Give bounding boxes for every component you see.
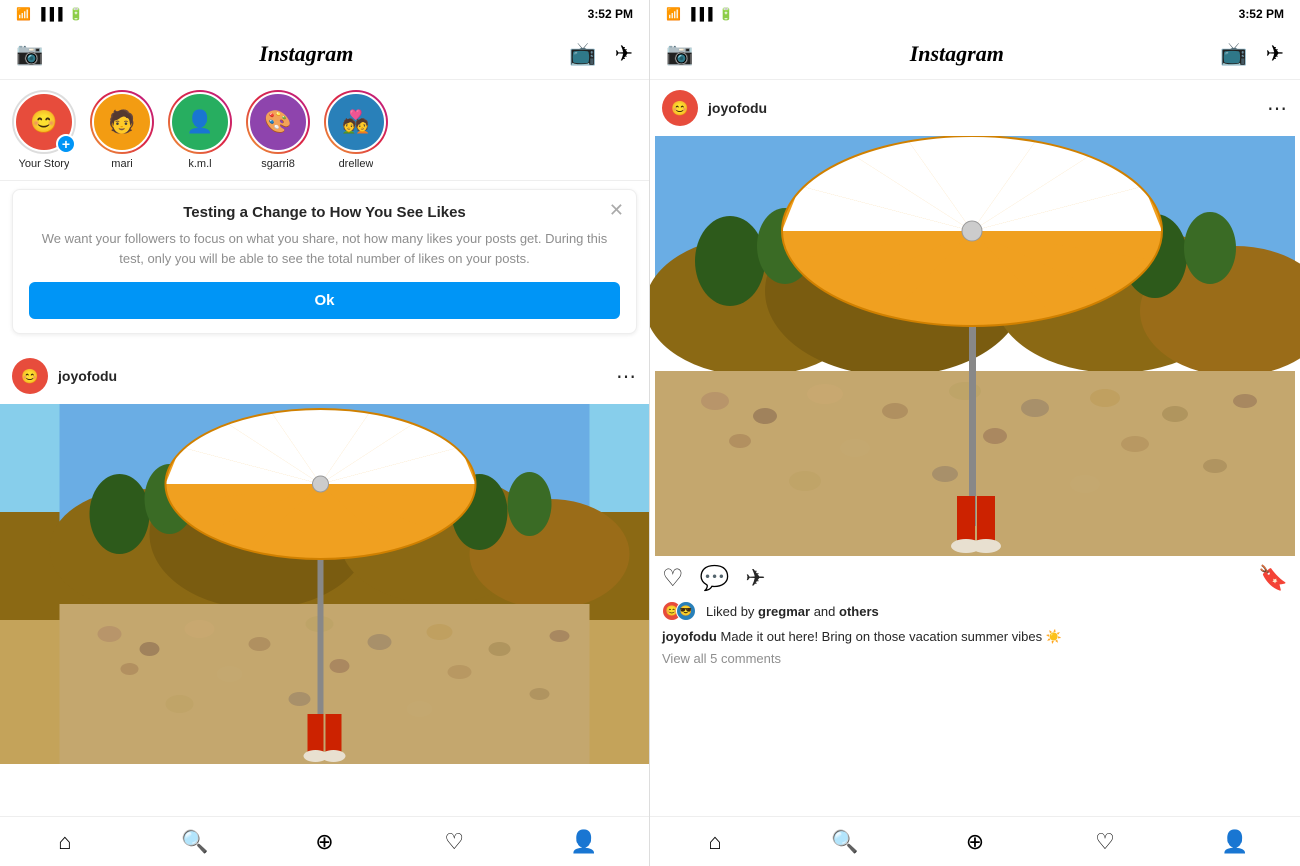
story-item-your-story[interactable]: 😊 + Your Story: [12, 90, 76, 170]
caption-username-right[interactable]: joyofodu: [662, 629, 717, 644]
camera-icon-left[interactable]: 📷: [16, 41, 43, 67]
post-image-svg-right: [650, 136, 1300, 556]
logo-right: Instagram: [910, 41, 1004, 67]
popup-close-button[interactable]: ✕: [609, 200, 624, 221]
post-user-right[interactable]: 😊 joyofodu: [662, 90, 767, 126]
popup-title: Testing a Change to How You See Likes: [29, 204, 620, 221]
post-image-svg-left: [0, 404, 649, 764]
drellew-avatar: 💑: [326, 92, 386, 152]
post-left: 😊 joyofodu ⋯: [0, 348, 649, 764]
igtv-icon-left[interactable]: 📺: [569, 41, 596, 67]
story-add-button[interactable]: +: [56, 134, 76, 154]
liked-by-user[interactable]: gregmar: [758, 604, 810, 619]
send-icon-left[interactable]: ✈: [615, 41, 633, 67]
signal-icon-right: ▐▐▐: [687, 7, 713, 21]
add-icon-left[interactable]: ⊕: [304, 822, 344, 862]
sgarri8-ring: 🎨: [246, 90, 310, 154]
story-item-sgarri8[interactable]: 🎨 sgarri8: [246, 90, 310, 170]
battery-icon-left: 🔋: [68, 7, 83, 21]
post-username-right: joyofodu: [708, 100, 767, 116]
status-bar-right: 📶 ▐▐▐ 🔋 3:52 PM: [650, 0, 1300, 28]
kml-avatar: 👤: [170, 92, 230, 152]
liked-others[interactable]: others: [839, 604, 879, 619]
signal-icon-left: ▐▐▐: [37, 7, 63, 21]
drellew-avatar-wrap: 💑: [324, 90, 388, 154]
post-user-left[interactable]: 😊 joyofodu: [12, 358, 117, 394]
battery-icon-right: 🔋: [718, 7, 733, 21]
bottom-nav-left: ⌂ 🔍 ⊕ ♡ 👤: [0, 816, 649, 866]
nav-icons-right: 📺 ✈: [1220, 41, 1284, 67]
mari-avatar: 🧑: [92, 92, 152, 152]
post-image-right: [650, 136, 1300, 556]
sgarri8-label: sgarri8: [261, 158, 295, 170]
comment-icon-right[interactable]: 💬: [700, 564, 730, 593]
mari-avatar-wrap: 🧑: [90, 90, 154, 154]
home-icon-left[interactable]: ⌂: [45, 822, 85, 862]
home-icon-right[interactable]: ⌂: [695, 822, 735, 862]
igtv-icon-right[interactable]: 📺: [1220, 41, 1247, 67]
notification-popup: ✕ Testing a Change to How You See Likes …: [12, 189, 637, 334]
post-likes-right: 😊 😎 Liked by gregmar and others: [650, 601, 1300, 627]
sgarri8-avatar-wrap: 🎨: [246, 90, 310, 154]
your-story-avatar-wrap: 😊 +: [12, 90, 76, 154]
left-phone: 📶 ▐▐▐ 🔋 3:52 PM 📷 Instagram 📺 ✈ 😊 + Your…: [0, 0, 650, 866]
wifi-icon-left: 📶: [16, 7, 31, 21]
bottom-nav-right: ⌂ 🔍 ⊕ ♡ 👤: [650, 816, 1300, 866]
heart-icon-right[interactable]: ♡: [1085, 822, 1125, 862]
post-more-right[interactable]: ⋯: [1267, 96, 1288, 121]
top-nav-right: 📷 Instagram 📺 ✈: [650, 28, 1300, 80]
drellew-label: drellew: [339, 158, 374, 170]
nav-icons-left: 📺 ✈: [569, 41, 633, 67]
add-icon-right[interactable]: ⊕: [955, 822, 995, 862]
story-item-mari[interactable]: 🧑 mari: [90, 90, 154, 170]
time-left: 3:52 PM: [588, 7, 633, 21]
drellew-ring: 💑: [324, 90, 388, 154]
story-item-drellew[interactable]: 💑 drellew: [324, 90, 388, 170]
like-icon-right[interactable]: ♡: [662, 564, 684, 593]
stories-row-left: 😊 + Your Story 🧑 mari 👤 k.m.l: [0, 80, 649, 181]
view-comments-right[interactable]: View all 5 comments: [650, 651, 1300, 674]
send-icon-right[interactable]: ✈: [1266, 41, 1284, 67]
like-avatar-2: 😎: [676, 601, 696, 621]
search-icon-right[interactable]: 🔍: [825, 822, 865, 862]
kml-label: k.m.l: [188, 158, 211, 170]
right-phone: 📶 ▐▐▐ 🔋 3:52 PM 📷 Instagram 📺 ✈ 😊 joyofo…: [650, 0, 1300, 866]
story-item-kml[interactable]: 👤 k.m.l: [168, 90, 232, 170]
logo-left: Instagram: [259, 41, 353, 67]
kml-avatar-wrap: 👤: [168, 90, 232, 154]
post-more-left[interactable]: ⋯: [616, 364, 637, 389]
wifi-icon-right: 📶: [666, 7, 681, 21]
post-actions-right: ♡ 💬 ✈ 🔖: [650, 556, 1300, 601]
post-header-left: 😊 joyofodu ⋯: [0, 348, 649, 404]
liked-and: and: [814, 604, 839, 619]
post-caption-right: joyofodu Made it out here! Bring on thos…: [650, 627, 1300, 651]
mari-ring: 🧑: [90, 90, 154, 154]
liked-by-prefix: Liked by: [706, 604, 758, 619]
top-nav-left: 📷 Instagram 📺 ✈: [0, 28, 649, 80]
kml-ring: 👤: [168, 90, 232, 154]
post-username-left: joyofodu: [58, 368, 117, 384]
popup-body: We want your followers to focus on what …: [29, 229, 620, 268]
share-icon-right[interactable]: ✈: [745, 564, 765, 593]
heart-icon-left[interactable]: ♡: [434, 822, 474, 862]
your-story-label: Your Story: [19, 158, 70, 170]
like-avatars-right: 😊 😎: [662, 601, 690, 621]
sgarri8-avatar: 🎨: [248, 92, 308, 152]
camera-icon-right[interactable]: 📷: [666, 41, 693, 67]
post-avatar-right: 😊: [662, 90, 698, 126]
mari-label: mari: [111, 158, 132, 170]
popup-ok-button[interactable]: Ok: [29, 282, 620, 319]
post-header-right: 😊 joyofodu ⋯: [650, 80, 1300, 136]
post-avatar-left: 😊: [12, 358, 48, 394]
status-bar-left: 📶 ▐▐▐ 🔋 3:52 PM: [0, 0, 649, 28]
profile-icon-left[interactable]: 👤: [564, 822, 604, 862]
post-image-left: [0, 404, 649, 764]
profile-icon-right[interactable]: 👤: [1215, 822, 1255, 862]
search-icon-left[interactable]: 🔍: [175, 822, 215, 862]
like-text-right: Liked by gregmar and others: [706, 604, 879, 619]
time-right: 3:52 PM: [1239, 7, 1284, 21]
bookmark-icon-right[interactable]: 🔖: [1258, 564, 1288, 593]
caption-text-right: Made it out here! Bring on those vacatio…: [721, 629, 1062, 644]
